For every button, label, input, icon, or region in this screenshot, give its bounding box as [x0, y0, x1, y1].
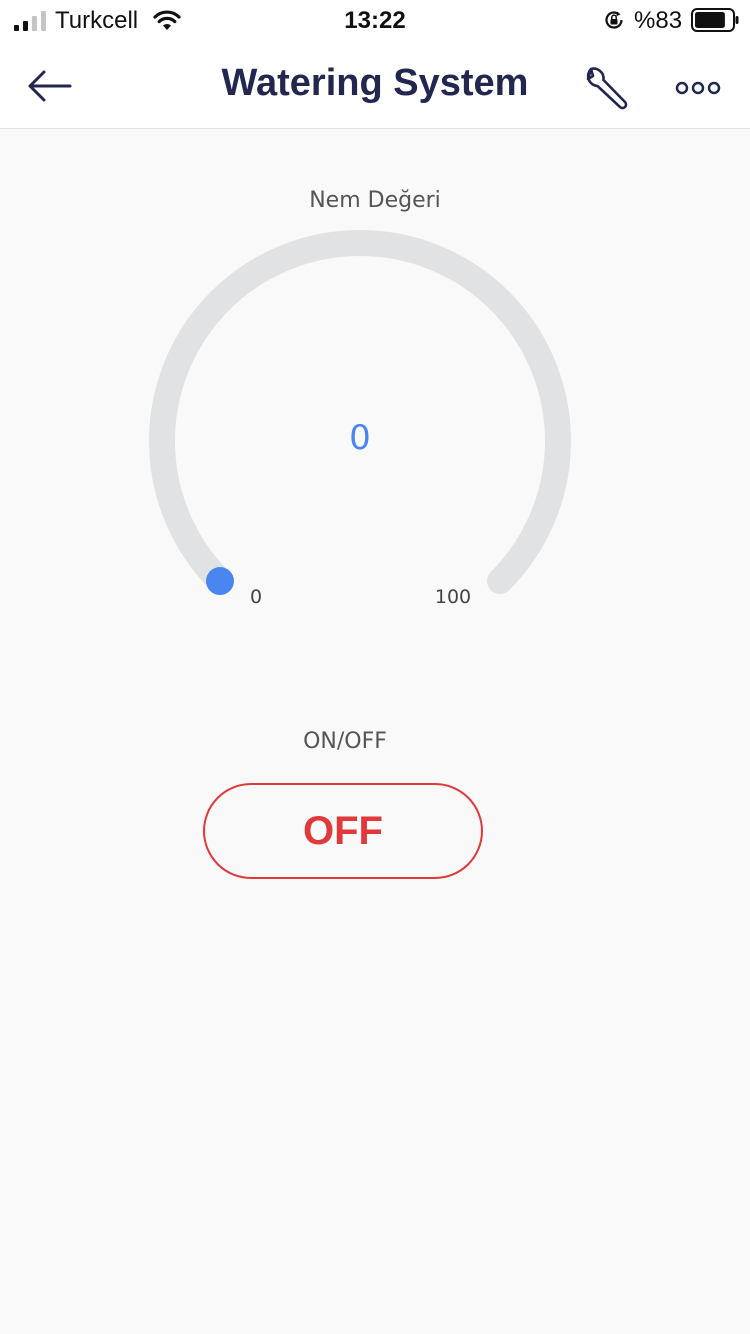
moisture-gauge: [149, 230, 571, 596]
gauge-max-label: 100: [434, 586, 472, 608]
gauge-value: 0: [349, 418, 371, 458]
power-toggle-button[interactable]: OFF: [203, 783, 483, 879]
toggle-label: ON/OFF: [303, 729, 387, 754]
gauge-min-label: 0: [249, 586, 263, 608]
gauge-track: [149, 230, 571, 595]
gauge-knob[interactable]: [205, 567, 234, 596]
